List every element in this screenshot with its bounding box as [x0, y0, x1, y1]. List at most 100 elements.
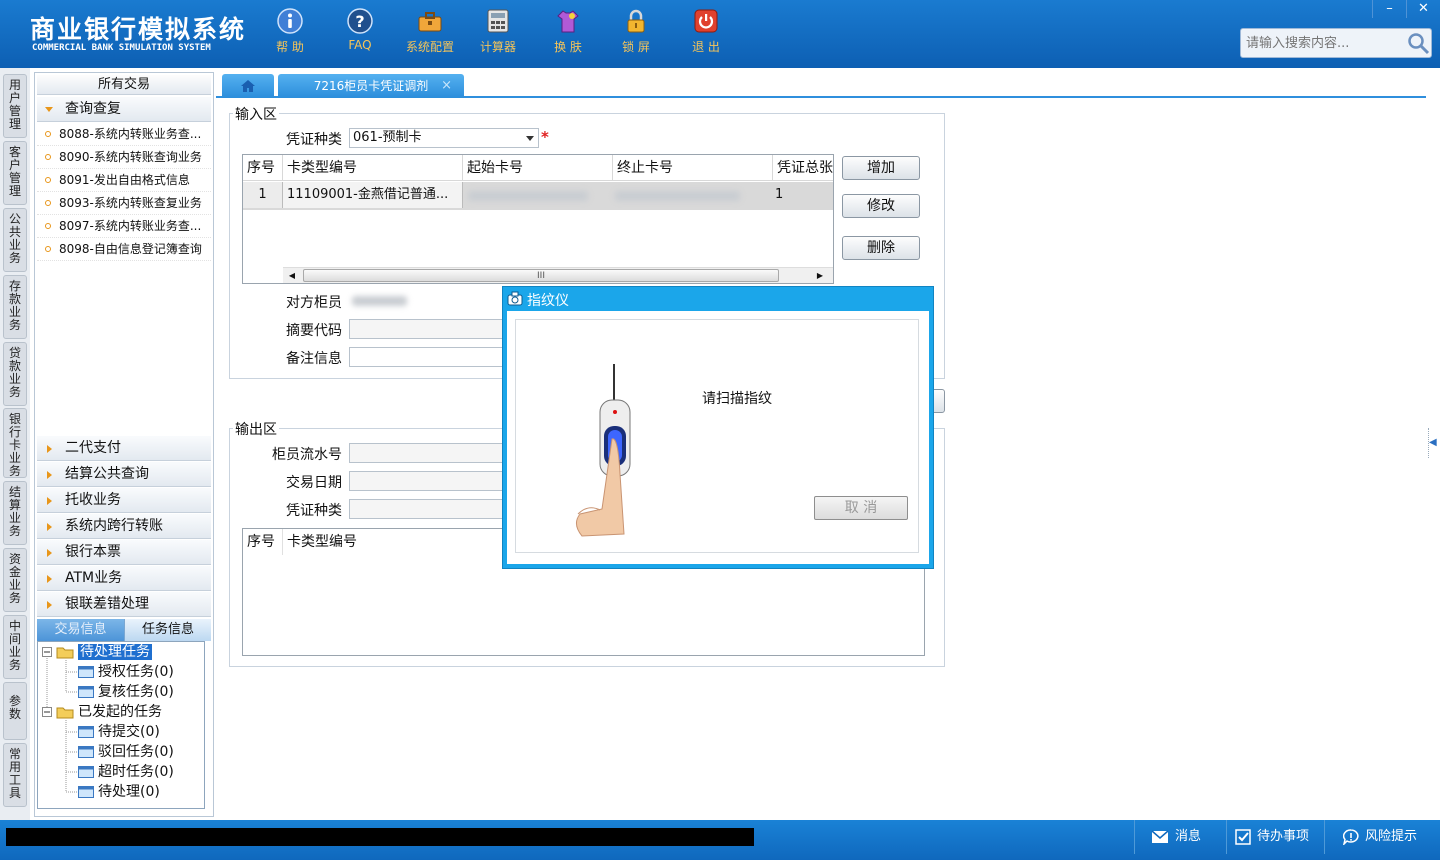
- change-skin-button[interactable]: 换 肤: [540, 8, 596, 60]
- horizontal-scrollbar[interactable]: ◀ III ▶: [283, 267, 833, 283]
- app-subtitle: COMMERCIAL BANK SIMULATION SYSTEM: [32, 43, 211, 53]
- system-config-button[interactable]: 系统配置: [402, 8, 458, 60]
- tab-7216[interactable]: 7216柜员卡凭证调剂 ×: [278, 74, 464, 98]
- tab-transaction-info[interactable]: 交易信息: [37, 619, 124, 641]
- triangle-right-icon: [47, 497, 52, 505]
- shirt-icon: [555, 8, 581, 34]
- tree-node-to-process[interactable]: 待处理(0): [78, 782, 160, 802]
- scroll-right-icon[interactable]: ▶: [813, 269, 827, 283]
- toolbox-icon: [417, 8, 443, 34]
- list-item[interactable]: 8090-系统内转账查询业务: [37, 146, 211, 169]
- tree-node-pending[interactable]: 待处理任务: [42, 642, 152, 662]
- tree-node-to-submit[interactable]: 待提交(0): [78, 722, 160, 742]
- speech-bubble-icon: [1342, 828, 1359, 846]
- triangle-right-icon: [47, 575, 52, 583]
- app-header: 商业银行模拟系统 COMMERCIAL BANK SIMULATION SYST…: [0, 0, 1440, 68]
- collapse-icon: [42, 707, 52, 717]
- close-window-button[interactable]: ✕: [1406, 0, 1440, 18]
- vtab-common-tools[interactable]: 常用工具: [3, 743, 27, 807]
- table-row[interactable]: 1 11109001-金燕借记普通... 1: [243, 182, 833, 210]
- tab-home[interactable]: [222, 74, 274, 98]
- teller-serial-input[interactable]: [349, 443, 509, 463]
- app-title: 商业银行模拟系统: [30, 15, 247, 44]
- input-table: 序号 卡类型编号 起始卡号 终止卡号 凭证总张数 1 11109001-金燕借记…: [242, 154, 834, 284]
- group-unionpay-error[interactable]: 银联差错处理: [37, 592, 211, 617]
- add-button[interactable]: 增加: [842, 156, 920, 180]
- group-query-reply[interactable]: 查询查复: [37, 97, 211, 122]
- faq-button[interactable]: ? FAQ: [332, 8, 388, 60]
- status-bar: 消息 待办事项 风险提示: [0, 820, 1440, 860]
- group-collection[interactable]: 托收业务: [37, 488, 211, 513]
- tree-node-rejected[interactable]: 驳回任务(0): [78, 742, 174, 762]
- list-item[interactable]: 8093-系统内转账查复业务: [37, 192, 211, 215]
- remark-input[interactable]: [349, 347, 509, 367]
- vtab-customer-management[interactable]: 客户管理: [3, 141, 27, 205]
- group-bank-draft[interactable]: 银行本票: [37, 540, 211, 565]
- search-icon[interactable]: [1406, 31, 1430, 55]
- fingerprint-scanner-icon: [576, 364, 631, 537]
- summary-code-input[interactable]: [349, 319, 509, 339]
- cancel-button[interactable]: 取 消: [814, 496, 908, 520]
- minimize-button[interactable]: –: [1372, 0, 1406, 18]
- todo-button[interactable]: 待办事项: [1226, 820, 1324, 854]
- vtab-funds-business[interactable]: 资金业务: [3, 548, 27, 612]
- vtab-loan-business[interactable]: 贷款业务: [3, 342, 27, 406]
- tree-node-review[interactable]: 复核任务(0): [78, 682, 174, 702]
- help-button[interactable]: 帮 助: [262, 8, 318, 60]
- vtab-parameters[interactable]: 参数: [3, 682, 27, 740]
- scroll-left-icon[interactable]: ◀: [285, 269, 299, 283]
- risk-alert-button[interactable]: 风险提示: [1324, 820, 1440, 854]
- lock-screen-button[interactable]: 锁 屏: [608, 8, 664, 60]
- vtab-deposit-business[interactable]: 存款业务: [3, 275, 27, 339]
- group-second-gen-payment[interactable]: 二代支付: [37, 436, 211, 461]
- trade-date-input[interactable]: [349, 471, 509, 491]
- tree-node-authorize[interactable]: 授权任务(0): [78, 662, 174, 682]
- group-interbank-transfer[interactable]: 系统内跨行转账: [37, 514, 211, 539]
- scroll-thumb[interactable]: III: [303, 269, 779, 282]
- tab-task-info[interactable]: 任务信息: [124, 619, 211, 641]
- trade-date-label: 交易日期: [286, 475, 342, 491]
- redacted-end-card: [615, 191, 740, 201]
- triangle-right-icon: [47, 601, 52, 609]
- svg-text:?: ?: [355, 12, 364, 31]
- calculator-button[interactable]: 计算器: [470, 8, 526, 60]
- tree-node-timeout[interactable]: 超时任务(0): [78, 762, 174, 782]
- vtab-bank-card-business[interactable]: 银行卡业务: [3, 408, 27, 478]
- scan-prompt: 请扫描指纹: [702, 391, 772, 407]
- voucher-type-label: 凭证种类: [286, 132, 342, 148]
- output-voucher-type-label: 凭证种类: [286, 503, 342, 519]
- search-input[interactable]: [1240, 28, 1432, 58]
- vtab-user-management[interactable]: 用户管理: [3, 74, 27, 138]
- vtab-intermediary-business[interactable]: 中间业务: [3, 615, 27, 679]
- circle-icon: [45, 131, 51, 137]
- messages-button[interactable]: 消息: [1134, 820, 1226, 854]
- voucher-type-select[interactable]: 061-预制卡: [349, 128, 539, 148]
- list-item[interactable]: 8097-系统内转账业务查...: [37, 215, 211, 238]
- triangle-right-icon: [47, 549, 52, 557]
- dropdown-arrow-icon: [526, 136, 534, 141]
- modify-button[interactable]: 修改: [842, 194, 920, 218]
- panel-header: 所有交易: [37, 75, 211, 95]
- output-voucher-type-input[interactable]: [349, 499, 509, 519]
- list-item[interactable]: 8088-系统内转账业务查...: [37, 123, 211, 146]
- circle-icon: [45, 200, 51, 206]
- expand-arrow-icon[interactable]: ◀: [1428, 428, 1438, 458]
- group-settlement-query[interactable]: 结算公共查询: [37, 462, 211, 487]
- vtab-public-business[interactable]: 公共业务: [3, 208, 27, 272]
- col-end-card: 终止卡号: [613, 155, 773, 181]
- triangle-right-icon: [47, 471, 52, 479]
- triangle-right-icon: [47, 445, 52, 453]
- delete-button[interactable]: 删除: [842, 236, 920, 260]
- vtab-settlement-business[interactable]: 结算业务: [3, 481, 27, 545]
- tree-node-initiated[interactable]: 已发起的任务: [42, 702, 162, 722]
- list-item[interactable]: 8098-自由信息登记簿查询: [37, 238, 211, 261]
- exit-button[interactable]: 退 出: [678, 8, 734, 60]
- counter-teller-field[interactable]: [349, 291, 509, 311]
- tab-close-icon[interactable]: ×: [441, 74, 452, 98]
- remark-label: 备注信息: [286, 351, 342, 367]
- list-item[interactable]: 8091-发出自由格式信息: [37, 169, 211, 192]
- group-atm[interactable]: ATM业务: [37, 566, 211, 591]
- circle-icon: [45, 154, 51, 160]
- info-icon: [277, 8, 303, 34]
- col-card-type: 卡类型编号: [287, 534, 357, 550]
